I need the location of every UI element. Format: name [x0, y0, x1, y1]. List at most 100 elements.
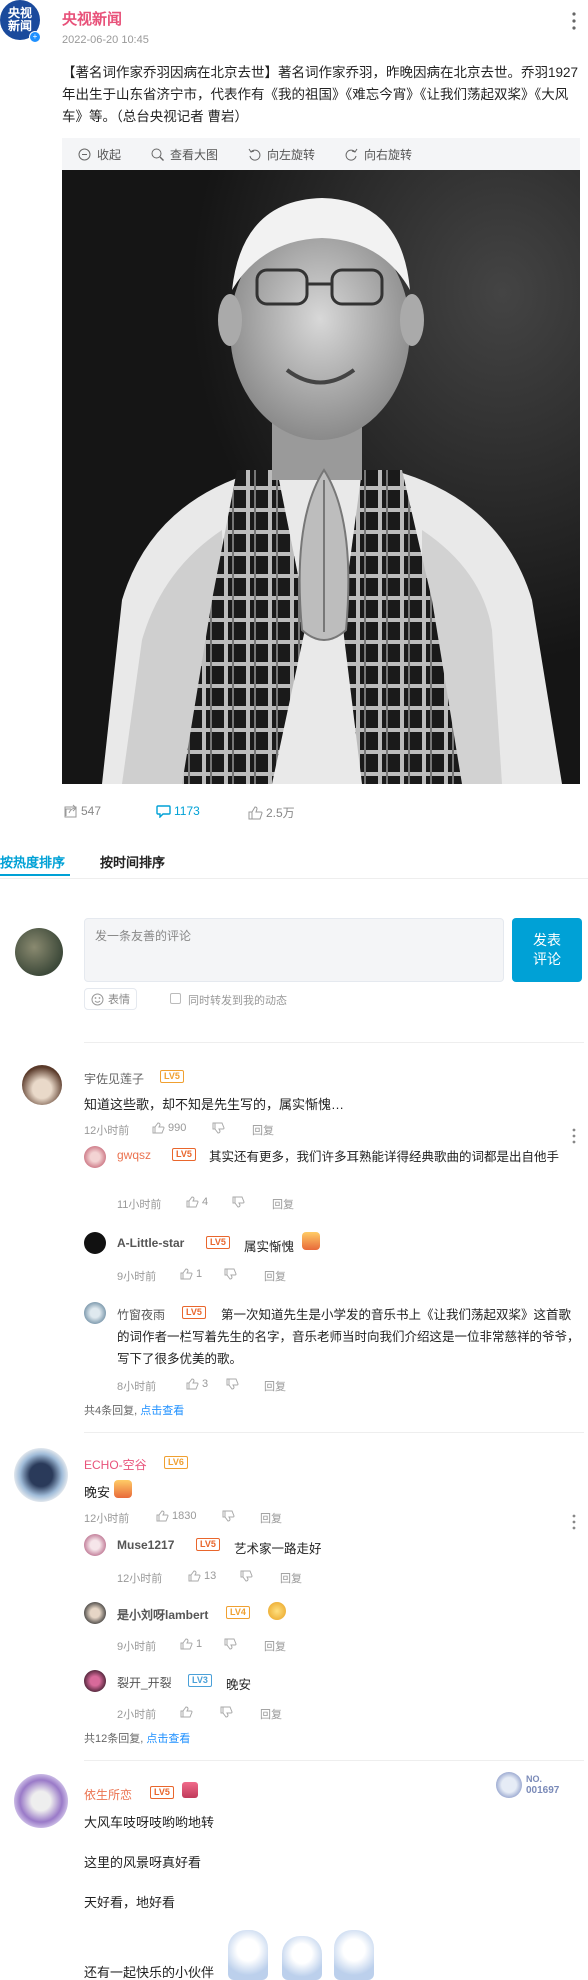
like-button[interactable]	[180, 1706, 196, 1718]
fan-badge-figure-icon	[496, 1772, 522, 1798]
view-more-link[interactable]: 点击查看	[140, 1405, 184, 1417]
like-button[interactable]: 3	[186, 1378, 208, 1390]
author-name[interactable]: 央视新闻	[62, 8, 122, 29]
like-button[interactable]: 2.5万	[248, 804, 295, 821]
dislike-icon[interactable]	[224, 1268, 237, 1280]
post-photo[interactable]	[62, 170, 580, 784]
like-count: 2.5万	[266, 806, 295, 820]
comment-divider	[84, 1760, 584, 1761]
reply-avatar[interactable]	[84, 1146, 106, 1168]
dislike-icon[interactable]	[224, 1638, 237, 1650]
like-count: 1830	[172, 1510, 197, 1522]
view-more-link[interactable]: 点击查看	[146, 1733, 190, 1745]
tab-hot[interactable]: 按热度排序	[0, 852, 65, 871]
submit-comment-button[interactable]: 发表 评论	[512, 918, 582, 982]
tab-hot-underline	[0, 874, 70, 876]
repost-button[interactable]: 547	[64, 804, 101, 818]
level-badge: LV3	[188, 1674, 212, 1687]
reply-button[interactable]: 回复	[264, 1268, 286, 1284]
reply-time: 12小时前	[117, 1573, 163, 1585]
emoji-sticker-icon	[114, 1480, 132, 1498]
fan-badge: NO. 001697	[496, 1768, 572, 1802]
replier-name[interactable]: A-Little-star	[117, 1236, 184, 1250]
like-count: 4	[202, 1196, 209, 1208]
more-options-icon[interactable]	[572, 1128, 576, 1144]
replier-name[interactable]: Muse1217	[117, 1538, 174, 1552]
sticker-character-icon	[228, 1930, 268, 1980]
thumbs-up-icon	[186, 1196, 199, 1208]
commenter-name[interactable]: 宇佐见莲子	[84, 1070, 144, 1087]
reply-avatar[interactable]	[84, 1670, 106, 1692]
more-options-icon[interactable]	[572, 1514, 576, 1530]
like-count: 1	[196, 1638, 203, 1650]
reply-button[interactable]: 回复	[264, 1378, 286, 1394]
comment-line: 大风车吱呀吱哟哟地转	[84, 1815, 215, 1830]
reply-button[interactable]: 回复	[280, 1570, 302, 1586]
comment-line: 还有一起快乐的小伙伴	[84, 1965, 215, 1980]
level-badge: LV5	[196, 1538, 220, 1551]
rotate-left-button[interactable]: 向左旋转	[248, 146, 315, 163]
reply-avatar[interactable]	[84, 1232, 106, 1254]
rotate-right-label: 向右旋转	[364, 147, 413, 162]
comment-avatar[interactable]	[14, 1774, 68, 1828]
dislike-icon[interactable]	[212, 1122, 225, 1134]
reply-time: 9小时前	[117, 1641, 157, 1653]
reply-text: 属实惭愧	[244, 1240, 295, 1254]
like-count: 990	[168, 1122, 187, 1134]
more-replies: 共4条回复, 点击查看	[84, 1402, 184, 1418]
more-replies-count: 共4条回复,	[84, 1405, 138, 1417]
gift-emoji-icon	[182, 1782, 198, 1798]
commenter-name[interactable]: ECHO-空谷	[84, 1456, 147, 1473]
like-button[interactable]: 13	[188, 1570, 216, 1582]
view-large-button[interactable]: 查看大图	[151, 146, 218, 163]
sync-checkbox[interactable]	[170, 993, 181, 1004]
replier-name[interactable]: 是小刘呀lambert	[117, 1606, 208, 1623]
dislike-icon[interactable]	[232, 1196, 245, 1208]
tab-time[interactable]: 按时间排序	[100, 852, 165, 871]
thumbs-up-icon	[248, 805, 263, 819]
emoji-button[interactable]: 表情	[84, 988, 137, 1010]
dislike-icon[interactable]	[220, 1706, 233, 1718]
rotate-left-label: 向左旋转	[267, 147, 316, 162]
reply-avatar[interactable]	[84, 1534, 106, 1556]
my-avatar	[15, 928, 63, 976]
comment-avatar[interactable]	[22, 1065, 62, 1105]
share-icon	[64, 804, 77, 818]
reply-avatar[interactable]	[84, 1302, 106, 1324]
reply-button[interactable]: 回复	[264, 1638, 286, 1654]
reply-button[interactable]: 回复	[260, 1510, 282, 1526]
more-options-icon[interactable]	[572, 12, 576, 30]
like-button[interactable]: 4	[186, 1196, 208, 1208]
comment-button[interactable]: 1173	[156, 804, 200, 818]
reply-button[interactable]: 回复	[252, 1122, 274, 1138]
level-badge: LV5	[160, 1070, 184, 1083]
reply-avatar[interactable]	[84, 1602, 106, 1624]
thumbs-up-icon	[156, 1510, 169, 1522]
post-time: 2022-06-20 10:45	[62, 34, 149, 46]
comment-avatar[interactable]	[14, 1448, 68, 1502]
rotate-right-button[interactable]: 向右旋转	[345, 146, 412, 163]
emoji-label: 表情	[108, 994, 130, 1006]
like-button[interactable]: 990	[152, 1122, 186, 1134]
repost-count: 547	[81, 804, 102, 818]
collapse-button[interactable]: 收起	[78, 146, 121, 163]
like-button[interactable]: 1	[180, 1638, 202, 1650]
dislike-icon[interactable]	[222, 1510, 235, 1522]
commenter-name[interactable]: 依生所恋	[84, 1786, 132, 1803]
comment-text: 知道这些歌，却不知是先生写的，属实惭愧…	[84, 1097, 345, 1112]
like-button[interactable]: 1	[180, 1268, 202, 1280]
comment-input[interactable]: 发一条友善的评论	[84, 918, 504, 982]
reply-button[interactable]: 回复	[260, 1706, 282, 1722]
thumbs-up-icon	[180, 1268, 193, 1280]
reply-button[interactable]: 回复	[272, 1196, 294, 1212]
sync-label: 同时转发到我的动态	[188, 995, 287, 1007]
dislike-icon[interactable]	[240, 1570, 253, 1582]
verified-badge-icon: +	[29, 31, 41, 43]
dislike-icon[interactable]	[226, 1378, 239, 1390]
replier-name[interactable]: 裂开_开裂	[117, 1674, 172, 1691]
submit-line2: 评论	[533, 951, 561, 967]
sticker-character-icon	[282, 1936, 322, 1980]
thumbs-up-icon	[186, 1378, 199, 1390]
avatar-text-bottom: 新闻	[7, 19, 32, 33]
like-button[interactable]: 1830	[156, 1510, 196, 1522]
